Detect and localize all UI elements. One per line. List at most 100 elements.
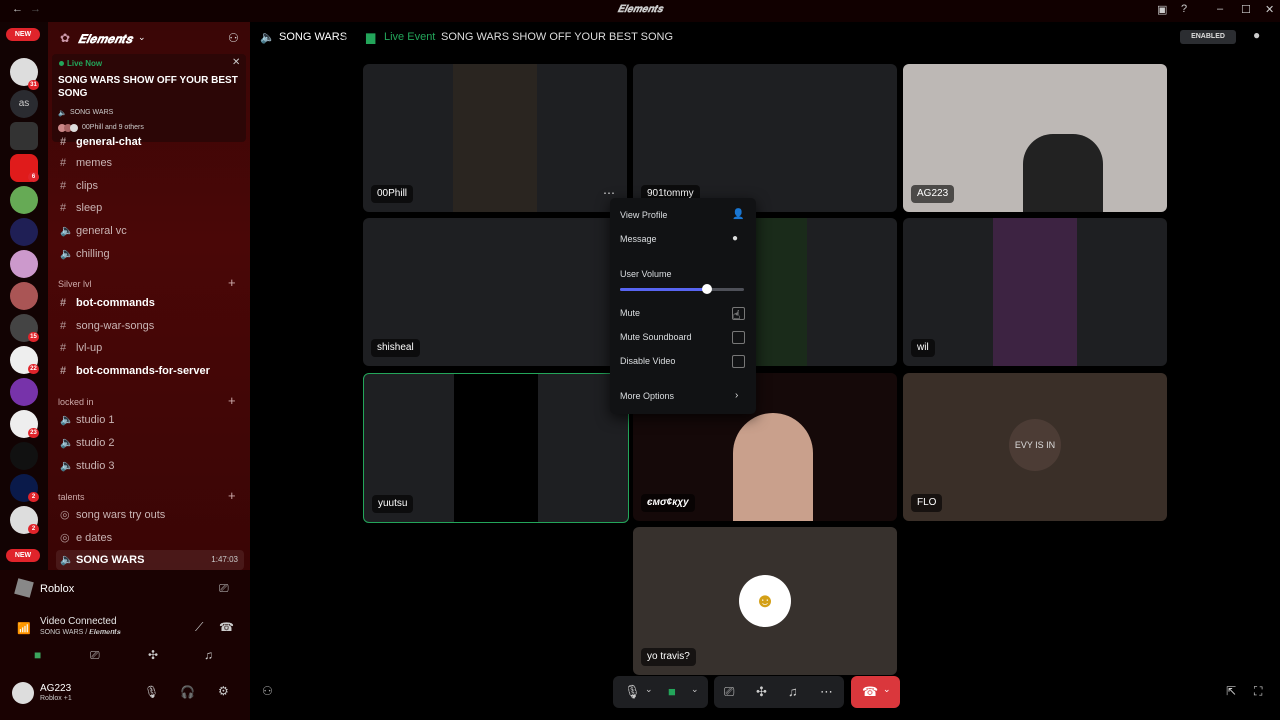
- chat-icon[interactable]: ●: [1253, 28, 1260, 42]
- live-event-label[interactable]: Live Event: [384, 31, 435, 43]
- disable-video-checkbox[interactable]: [732, 355, 745, 368]
- message-item[interactable]: Message: [620, 234, 657, 244]
- speaker-icon: 🔈: [60, 437, 74, 449]
- video-tile-travis[interactable]: ☻ yo travis?: [633, 527, 897, 675]
- voice-status: Video Connected: [40, 616, 117, 627]
- channel-general-chat[interactable]: # general-chat: [60, 132, 246, 152]
- server-icon[interactable]: [10, 122, 38, 150]
- signal-icon: 📶: [17, 623, 31, 635]
- server-icon[interactable]: [10, 378, 38, 406]
- help-icon[interactable]: ?: [1181, 3, 1187, 15]
- add-channel-icon[interactable]: +: [228, 275, 236, 290]
- chevron-down-icon[interactable]: ⌄: [883, 684, 891, 695]
- channel-studio-2[interactable]: 🔈 studio 2: [60, 433, 246, 453]
- mute-soundboard-checkbox[interactable]: [732, 331, 745, 344]
- channel-chilling[interactable]: 🔈 chilling: [60, 244, 246, 264]
- inbox-icon[interactable]: ▣: [1157, 3, 1167, 16]
- maximize-icon[interactable]: ☐: [1241, 3, 1251, 16]
- mute-item[interactable]: Mute: [620, 308, 640, 318]
- server-icon[interactable]: [10, 186, 38, 214]
- view-profile-item[interactable]: View Profile: [620, 210, 667, 220]
- video-tile-flo[interactable]: EVY IS IN FLO: [903, 373, 1167, 521]
- disconnect-icon[interactable]: ☎: [219, 620, 234, 634]
- video-tile-yuutsu[interactable]: yuutsu: [363, 373, 629, 523]
- category-talents[interactable]: talents: [58, 492, 85, 502]
- channel-studio-3[interactable]: 🔈 studio 3: [60, 456, 246, 476]
- channel-bot-commands-for-server[interactable]: # bot-commands-for-server: [60, 361, 246, 381]
- hash-icon: #: [60, 342, 67, 354]
- soundboard-icon[interactable]: ♫: [204, 648, 213, 662]
- chevron-down-icon[interactable]: ⌄: [645, 684, 653, 695]
- channel-e-dates[interactable]: ◎ e dates: [60, 528, 246, 548]
- channel-song-wars[interactable]: 🔈 SONG WARS 1:47:03: [56, 550, 244, 570]
- activities-icon[interactable]: ✣: [148, 648, 158, 662]
- camera-icon[interactable]: ■: [34, 648, 41, 662]
- disable-video-item[interactable]: Disable Video: [620, 356, 675, 366]
- close-window-icon[interactable]: ✕: [1265, 3, 1274, 16]
- add-channel-icon[interactable]: +: [228, 488, 236, 503]
- add-channel-icon[interactable]: +: [228, 393, 236, 408]
- more-icon[interactable]: ⋯: [820, 684, 833, 700]
- channel-label: chilling: [76, 248, 110, 260]
- server-icon-as[interactable]: as: [10, 90, 38, 118]
- add-person-icon[interactable]: ⚇: [262, 684, 273, 698]
- category-locked-in[interactable]: locked in: [58, 397, 94, 407]
- leave-call-button[interactable]: ☎ ⌄: [851, 676, 900, 708]
- server-icon[interactable]: [10, 218, 38, 246]
- badge: 23: [28, 428, 39, 438]
- hash-icon: #: [60, 136, 67, 148]
- video-tile-00phill[interactable]: 00Phill ⋯: [363, 64, 627, 212]
- minimize-icon[interactable]: –: [1217, 3, 1223, 15]
- screen-share-icon[interactable]: ⎚: [219, 581, 229, 596]
- enabled-badge[interactable]: ENABLED: [1180, 30, 1236, 44]
- channel-studio-1[interactable]: 🔈 studio 1: [60, 410, 246, 430]
- channel-lvl-up[interactable]: # lvl-up: [60, 338, 246, 358]
- mute-soundboard-item[interactable]: Mute Soundboard: [620, 332, 692, 342]
- avatar[interactable]: [12, 682, 34, 704]
- server-header[interactable]: ✿ 𝑬𝒍𝒆𝒎𝒆𝒏𝒕𝒔 ⌄ ⚇: [48, 22, 250, 54]
- video-tile-901tommy[interactable]: 901tommy: [633, 64, 897, 212]
- user-status: Roblox +1: [40, 695, 72, 702]
- channel-label: song-war-songs: [76, 320, 155, 332]
- close-icon[interactable]: ✕: [232, 57, 240, 68]
- volume-slider-handle[interactable]: [701, 284, 712, 294]
- microphone-icon[interactable]: 🎙: [144, 685, 159, 699]
- soundboard-icon[interactable]: ♫: [788, 684, 798, 699]
- noise-suppression-icon[interactable]: ⟋: [195, 620, 203, 635]
- share-screen-icon[interactable]: ⎚: [724, 684, 734, 700]
- channel-label: memes: [76, 157, 113, 169]
- channel-song-war-songs[interactable]: # song-war-songs: [60, 316, 246, 336]
- hash-icon: #: [60, 297, 67, 309]
- chevron-down-icon[interactable]: ⌄: [691, 684, 699, 695]
- channel-bot-commands[interactable]: # bot-commands: [60, 293, 246, 313]
- live-event-card[interactable]: Live Now ✕ SONG WARS SHOW OFF YOUR BEST …: [52, 54, 246, 142]
- roblox-icon: [14, 578, 34, 598]
- chat-bubble-icon: ●: [732, 233, 739, 244]
- more-options-item[interactable]: More Options: [620, 391, 674, 401]
- channel-memes[interactable]: # memes: [60, 153, 246, 173]
- channel-song-wars-try-outs[interactable]: ◎ song wars try outs: [60, 505, 246, 525]
- fullscreen-icon[interactable]: ⛶: [1254, 684, 1262, 699]
- channel-label: SONG WARS: [76, 554, 145, 566]
- server-icon[interactable]: [10, 282, 38, 310]
- activities-icon[interactable]: ✣: [756, 684, 767, 700]
- channel-general-vc[interactable]: 🔈 general vc: [60, 221, 246, 241]
- microphone-icon[interactable]: 🎙: [624, 684, 641, 700]
- category-silver[interactable]: Silver lvl: [58, 279, 92, 289]
- channel-sleep[interactable]: # sleep: [60, 198, 246, 218]
- channel-clips[interactable]: # clips: [60, 176, 246, 196]
- headphones-icon[interactable]: 🎧: [180, 685, 195, 699]
- chevron-down-icon: ⌄: [138, 32, 146, 42]
- video-tile-ag223[interactable]: AG223: [903, 64, 1167, 212]
- add-member-icon[interactable]: ⚇: [228, 31, 239, 45]
- video-tile-shisheal[interactable]: shisheal: [363, 218, 627, 366]
- hash-icon: #: [60, 202, 67, 214]
- event-attendees: 00Phill and 9 others: [82, 124, 144, 131]
- camera-icon[interactable]: ■: [668, 684, 676, 699]
- settings-gear-icon[interactable]: ⚙: [218, 684, 229, 698]
- server-icon[interactable]: [10, 442, 38, 470]
- video-tile-wil[interactable]: wil: [903, 218, 1167, 366]
- share-screen-icon[interactable]: ⎚: [90, 648, 100, 663]
- popout-icon[interactable]: ⇱: [1226, 684, 1236, 698]
- server-icon[interactable]: [10, 250, 38, 278]
